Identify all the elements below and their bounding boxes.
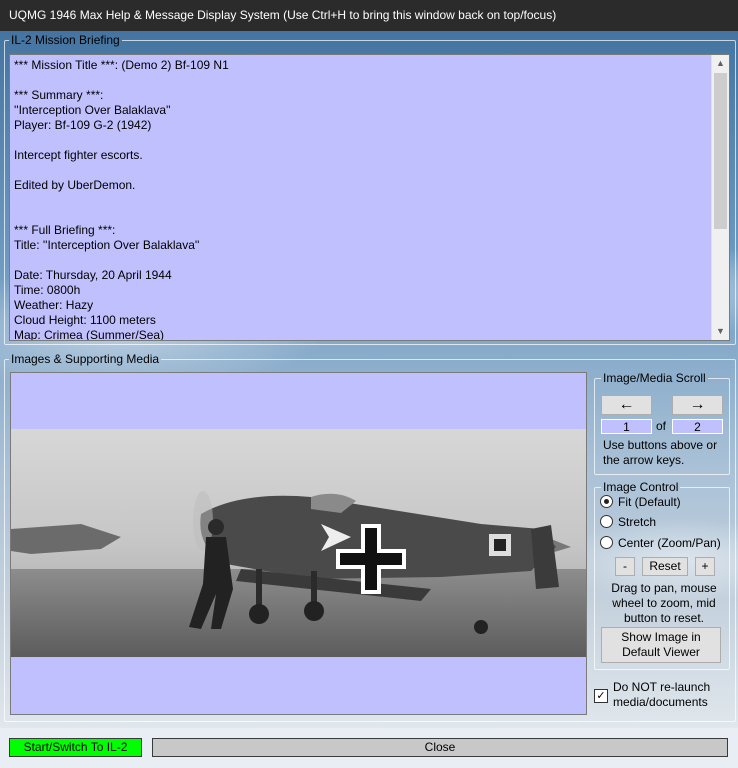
scroll-thumb[interactable]	[714, 73, 727, 229]
radio-center[interactable]: Center (Zoom/Pan)	[600, 535, 721, 551]
radio-fit-indicator[interactable]	[600, 495, 613, 508]
radio-fit[interactable]: Fit (Default)	[600, 494, 681, 510]
close-button[interactable]: Close	[152, 738, 728, 757]
radio-fit-label: Fit (Default)	[618, 495, 681, 509]
radio-stretch[interactable]: Stretch	[600, 514, 656, 530]
radio-stretch-label: Stretch	[618, 515, 657, 529]
aircraft-photo	[11, 429, 586, 657]
reset-button[interactable]: Reset	[642, 557, 688, 576]
radio-center-indicator[interactable]	[600, 536, 613, 549]
scroll-down-icon[interactable]: ▼	[712, 323, 729, 340]
relaunch-checkbox[interactable]: ✓	[594, 689, 608, 703]
image-control-legend: Image Control	[603, 480, 679, 494]
briefing-scrollbar[interactable]: ▲ ▼	[711, 55, 729, 340]
briefing-text: *** Mission Title ***: (Demo 2) Bf-109 N…	[14, 58, 229, 341]
total-images-field: 2	[672, 419, 723, 434]
radio-stretch-indicator[interactable]	[600, 515, 613, 528]
zoom-in-button[interactable]: +	[695, 557, 715, 576]
scroll-legend: Image/Media Scroll	[603, 371, 706, 385]
radio-center-label: Center (Zoom/Pan)	[618, 536, 721, 550]
show-default-viewer-button[interactable]: Show Image in Default Viewer	[601, 627, 721, 663]
window-title: UQMG 1946 Max Help & Message Display Sys…	[9, 8, 557, 22]
media-legend: Images & Supporting Media	[11, 352, 160, 366]
of-label: of	[656, 419, 667, 433]
zoom-out-button[interactable]: -	[615, 557, 635, 576]
help-window: UQMG 1946 Max Help & Message Display Sys…	[0, 0, 738, 768]
next-image-button[interactable]: →	[672, 395, 723, 415]
briefing-textbox[interactable]: *** Mission Title ***: (Demo 2) Bf-109 N…	[9, 54, 730, 341]
prev-image-button[interactable]: ←	[601, 395, 652, 415]
scroll-hint: Use buttons above or the arrow keys.	[603, 438, 718, 467]
briefing-legend: IL-2 Mission Briefing	[11, 33, 120, 47]
title-bar[interactable]: UQMG 1946 Max Help & Message Display Sys…	[0, 0, 738, 31]
start-switch-button[interactable]: Start/Switch To IL-2	[9, 738, 142, 757]
current-image-field[interactable]: 1	[601, 419, 652, 434]
scroll-up-icon[interactable]: ▲	[712, 55, 729, 72]
relaunch-label: Do NOT re-launch media/documents	[613, 680, 711, 709]
image-viewer[interactable]	[10, 372, 587, 715]
image-control-hint: Drag to pan, mouse wheel to zoom, mid bu…	[611, 581, 717, 625]
